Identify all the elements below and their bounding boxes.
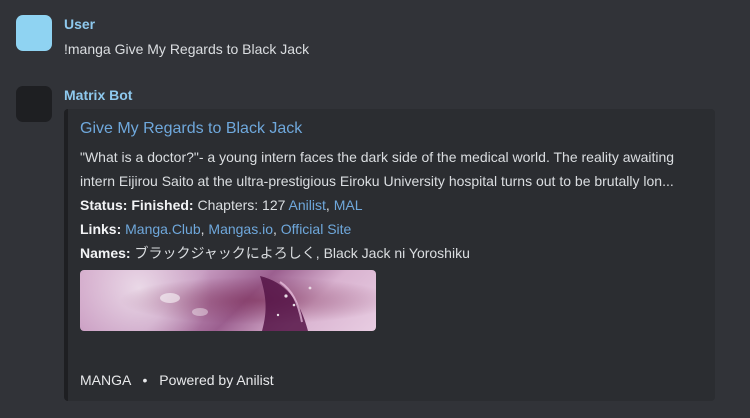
names-value: ブラックジャックによろしく, Black Jack ni Yoroshiku xyxy=(134,245,470,261)
chapters-text: Chapters: 127 xyxy=(197,197,286,213)
author-name[interactable]: Matrix Bot xyxy=(64,86,716,104)
footer-powered: Powered by Anilist xyxy=(159,372,274,388)
message-text: !manga Give My Regards to Black Jack xyxy=(64,41,310,57)
avatar[interactable] xyxy=(16,15,52,51)
status-field: Status: Finished: Chapters: 127 Anilist,… xyxy=(80,197,363,213)
mangaclub-link[interactable]: Manga.Club xyxy=(125,221,201,237)
links-field: Links: Manga.Club, Mangas.io, Official S… xyxy=(80,221,352,237)
mal-link[interactable]: MAL xyxy=(334,197,363,213)
embed-description: "What is a doctor?"- a young intern face… xyxy=(80,149,675,189)
status-label: Status: xyxy=(80,197,128,213)
footer-separator: • xyxy=(142,372,148,388)
names-field: Names: ブラックジャックによろしく, Black Jack ni Yoro… xyxy=(80,241,703,265)
anilist-link[interactable]: Anilist xyxy=(289,197,326,213)
message-body: Matrix Bot xyxy=(64,86,716,104)
embed-footer: MANGA • Powered by Anilist xyxy=(80,371,274,389)
mangasio-link[interactable]: Mangas.io xyxy=(208,221,273,237)
footer-type: MANGA xyxy=(80,372,131,388)
avatar[interactable] xyxy=(16,86,52,122)
status-value: Finished: xyxy=(131,197,194,213)
official-site-link[interactable]: Official Site xyxy=(281,221,352,237)
message-body: User !manga Give My Regards to Black Jac… xyxy=(64,15,716,59)
message-bot: Matrix Bot Give My Regards to Black Jack… xyxy=(16,86,750,406)
author-name[interactable]: User xyxy=(64,15,716,33)
cover-image[interactable] xyxy=(80,270,376,331)
manga-embed: Give My Regards to Black Jack "What is a… xyxy=(64,109,715,401)
names-label: Names: xyxy=(80,245,131,261)
cover-art-icon xyxy=(160,276,312,331)
embed-title[interactable]: Give My Regards to Black Jack xyxy=(80,119,703,139)
message-user: User !manga Give My Regards to Black Jac… xyxy=(16,15,750,57)
links-label: Links: xyxy=(80,221,122,237)
